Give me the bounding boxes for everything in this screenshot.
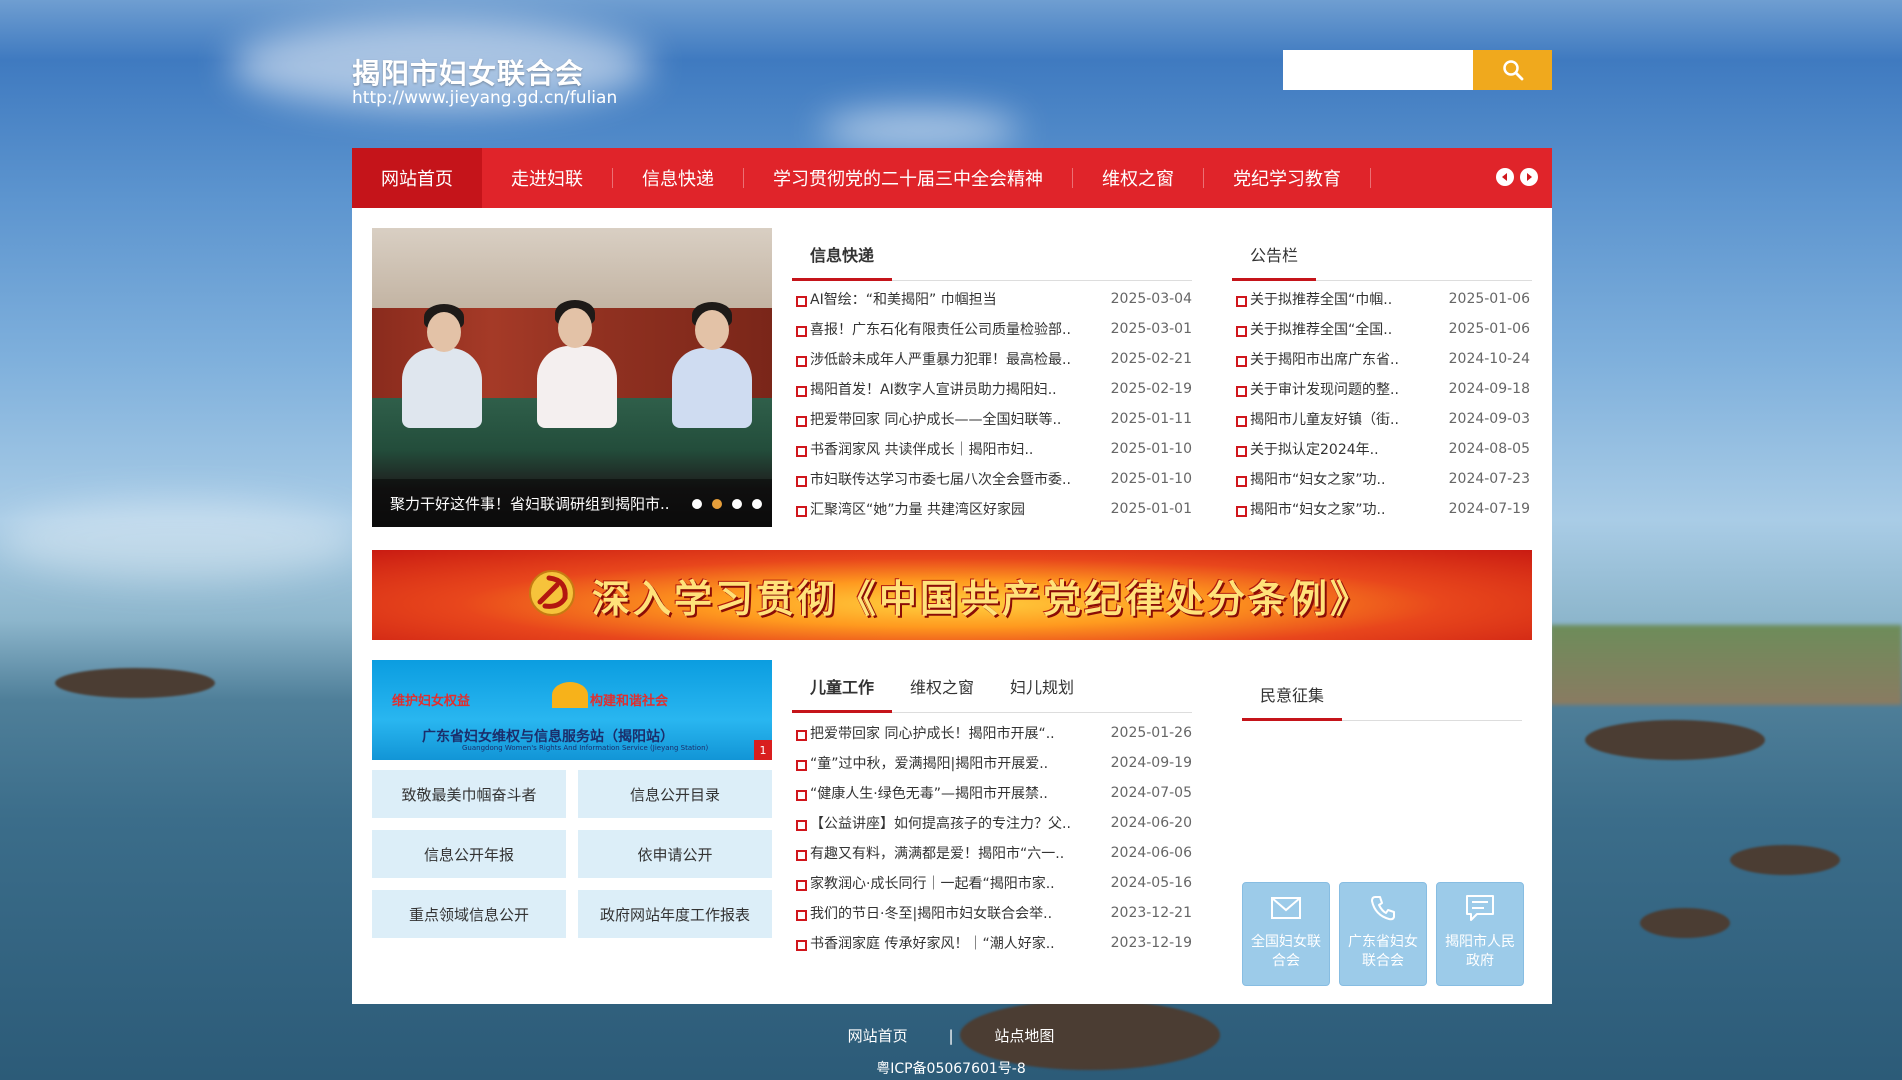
- nav-item-discipline[interactable]: 党纪学习教育: [1204, 148, 1370, 208]
- mail-icon: [1271, 897, 1301, 919]
- notice-tabs: 公告栏: [1232, 228, 1532, 281]
- list-item[interactable]: 揭阳市“妇女之家”功.. 2024-07-19: [1234, 494, 1530, 524]
- rights-service-banner[interactable]: 维护妇女权益 构建和谐社会 广东省妇女维权与信息服务站（揭阳站） Guangdo…: [372, 660, 772, 760]
- tab-opinion[interactable]: 民意征集: [1242, 668, 1343, 721]
- footer-separator: |: [948, 1027, 954, 1045]
- footer-icp[interactable]: 粤ICP备05067601号-8: [0, 1058, 1902, 1078]
- nav-next-button[interactable]: [1520, 168, 1538, 186]
- search-icon: [1502, 60, 1523, 81]
- grid-button-website-report[interactable]: 政府网站年度工作报表: [578, 890, 772, 938]
- site-url[interactable]: http://www.jieyang.gd.cn/fulian: [352, 88, 617, 108]
- sun-logo-icon: [552, 682, 588, 708]
- list-item[interactable]: 揭阳首发！AI数字人宣讲员助力揭阳妇.. 2025-02-19: [794, 374, 1192, 404]
- list-item[interactable]: 关于揭阳市出席广东省.. 2024-10-24: [1234, 344, 1530, 374]
- background-rock: [1585, 720, 1765, 760]
- child-tabs: 儿童工作 维权之窗 妇儿规划: [792, 660, 1192, 713]
- list-item[interactable]: 关于拟认定2024年.. 2024-08-05: [1234, 434, 1530, 464]
- phone-icon: [1371, 896, 1395, 921]
- footer-link-sitemap[interactable]: 站点地图: [994, 1027, 1054, 1045]
- nav-item-news[interactable]: 信息快递: [613, 148, 743, 208]
- main-nav: 网站首页 走进妇联 信息快递 学习贯彻党的二十届三中全会精神 维权之窗 党纪学习…: [352, 148, 1552, 208]
- tab-news[interactable]: 信息快递: [792, 228, 893, 281]
- tab-rights-window[interactable]: 维权之窗: [892, 660, 992, 712]
- tab-notice[interactable]: 公告栏: [1232, 228, 1317, 281]
- grid-button-apply-disclosure[interactable]: 依申请公开: [578, 830, 772, 878]
- arrow-right-icon: [1527, 173, 1532, 181]
- news-slideshow[interactable]: 聚力干好这件事！省妇联调研组到揭阳市..: [372, 228, 772, 527]
- grid-button-model-women[interactable]: 致敬最美巾帼奋斗者: [372, 770, 566, 818]
- list-item[interactable]: 把爱带回家 同心护成长！揭阳市开展“.. 2025-01-26: [794, 718, 1192, 748]
- tab-women-children-plan[interactable]: 妇儿规划: [992, 660, 1092, 712]
- slide-dot[interactable]: [692, 499, 702, 509]
- list-item[interactable]: AI智绘：“和美揭阳” 巾帼担当 2025-03-04: [794, 284, 1192, 314]
- list-item[interactable]: 书香润家庭 传承好家风！｜“潮人好家.. 2023-12-19: [794, 928, 1192, 958]
- list-item[interactable]: 家教润心·成长同行｜一起看“揭阳市家.. 2024-05-16: [794, 868, 1192, 898]
- nav-prev-button[interactable]: [1496, 168, 1514, 186]
- slide-dot[interactable]: [752, 499, 762, 509]
- info-button-grid: 致敬最美巾帼奋斗者 信息公开目录 信息公开年报 依申请公开 重点领域信息公开 政…: [372, 770, 772, 938]
- list-item[interactable]: 关于拟推荐全国“巾帼.. 2025-01-06: [1234, 284, 1530, 314]
- list-item[interactable]: “童”过中秋，爱满揭阳|揭阳市开展爱.. 2024-09-19: [794, 748, 1192, 778]
- discipline-banner[interactable]: 深入学习贯彻《中国共产党纪律处分条例》: [372, 550, 1532, 640]
- grid-button-annual-report[interactable]: 信息公开年报: [372, 830, 566, 878]
- slide-dot-active[interactable]: [712, 499, 722, 509]
- slide-dot[interactable]: [732, 499, 742, 509]
- background-rock: [1640, 908, 1730, 938]
- quick-link-gd-women-federation[interactable]: 广东省妇女联合会: [1339, 882, 1427, 986]
- nav-item-rights[interactable]: 维权之窗: [1073, 148, 1203, 208]
- nav-item-about[interactable]: 走进妇联: [482, 148, 612, 208]
- news-tabs: 信息快递: [792, 228, 1192, 281]
- background-shore: [1550, 625, 1902, 705]
- list-item[interactable]: “健康人生·绿色无毒”—揭阳市开展禁.. 2024-07-05: [794, 778, 1192, 808]
- background-cloud: [820, 110, 1020, 150]
- quick-link-jieyang-gov[interactable]: 揭阳市人民政府: [1436, 882, 1524, 986]
- slide-dots: [692, 499, 762, 509]
- rights-banner-subtitle: Guangdong Women's Rights And Information…: [462, 744, 709, 752]
- list-item[interactable]: 关于审计发现问题的整.. 2024-09-18: [1234, 374, 1530, 404]
- arrow-left-icon: [1502, 173, 1507, 181]
- main-content: 聚力干好这件事！省妇联调研组到揭阳市.. 信息快递 AI智绘：“和美揭阳” 巾帼…: [352, 208, 1552, 1004]
- nav-item-study[interactable]: 学习贯彻党的二十届三中全会精神: [744, 148, 1072, 208]
- background-rock: [55, 668, 215, 698]
- list-item[interactable]: 我们的节日·冬至|揭阳市妇女联合会举.. 2023-12-21: [794, 898, 1192, 928]
- search-input[interactable]: [1283, 50, 1473, 90]
- list-item[interactable]: 市妇联传达学习市委七届八次全会暨市委.. 2025-01-10: [794, 464, 1192, 494]
- rights-slogans: 维护妇女权益 构建和谐社会: [392, 694, 669, 709]
- footer-links: 网站首页 | 站点地图: [0, 1025, 1902, 1046]
- grid-button-key-areas[interactable]: 重点领域信息公开: [372, 890, 566, 938]
- slide-photo-wall: [372, 228, 772, 308]
- quick-link-acwf[interactable]: 全国妇女联合会: [1242, 882, 1330, 986]
- message-icon: [1466, 895, 1494, 921]
- list-item[interactable]: 【公益讲座】如何提高孩子的专注力？父.. 2024-06-20: [794, 808, 1192, 838]
- child-list: 把爱带回家 同心护成长！揭阳市开展“.. 2025-01-26 “童”过中秋，爱满…: [794, 718, 1192, 958]
- news-list: AI智绘：“和美揭阳” 巾帼担当 2025-03-04 喜报！广东石化有限责任公司…: [794, 284, 1192, 524]
- list-item[interactable]: 喜报！广东石化有限责任公司质量检验部.. 2025-03-01: [794, 314, 1192, 344]
- list-item[interactable]: 书香润家风 共读伴成长｜揭阳市妇.. 2025-01-10: [794, 434, 1192, 464]
- nav-arrows: [1496, 168, 1538, 186]
- site-title[interactable]: 揭阳市妇女联合会: [352, 52, 584, 92]
- search-button[interactable]: [1473, 50, 1552, 90]
- list-item[interactable]: 揭阳市儿童友好镇（街.. 2024-09-03: [1234, 404, 1530, 434]
- banner-text: 深入学习贯彻《中国共产党纪律处分条例》: [592, 576, 1372, 621]
- tab-child-work[interactable]: 儿童工作: [792, 660, 893, 713]
- list-item[interactable]: 把爱带回家 同心护成长——全国妇联等.. 2025-01-11: [794, 404, 1192, 434]
- list-item[interactable]: 汇聚湾区“她”力量 共建湾区好家园 2025-01-01: [794, 494, 1192, 524]
- hammer-sickle-icon: [529, 570, 575, 616]
- background-rock: [1730, 845, 1840, 875]
- list-item[interactable]: 涉低龄未成年人严重暴力犯罪！最高检最.. 2025-02-21: [794, 344, 1192, 374]
- banner-page-badge[interactable]: 1: [754, 740, 772, 760]
- opinion-tabs: 民意征集: [1242, 668, 1522, 721]
- list-item[interactable]: 关于拟推荐全国“全国.. 2025-01-06: [1234, 314, 1530, 344]
- rights-banner-title: 广东省妇女维权与信息服务站（揭阳站）: [422, 729, 674, 745]
- notice-list: 关于拟推荐全国“巾帼.. 2025-01-06 关于拟推荐全国“全国.. 2025-…: [1234, 284, 1530, 524]
- list-item[interactable]: 揭阳市“妇女之家”功.. 2024-07-23: [1234, 464, 1530, 494]
- background-cloud: [0, 500, 360, 580]
- nav-item-home[interactable]: 网站首页: [352, 148, 482, 208]
- nav-separator: [1370, 168, 1371, 188]
- footer-link-home[interactable]: 网站首页: [848, 1027, 908, 1045]
- list-item[interactable]: 有趣又有料，满满都是爱！揭阳市“六一.. 2024-06-06: [794, 838, 1192, 868]
- grid-button-info-catalog[interactable]: 信息公开目录: [578, 770, 772, 818]
